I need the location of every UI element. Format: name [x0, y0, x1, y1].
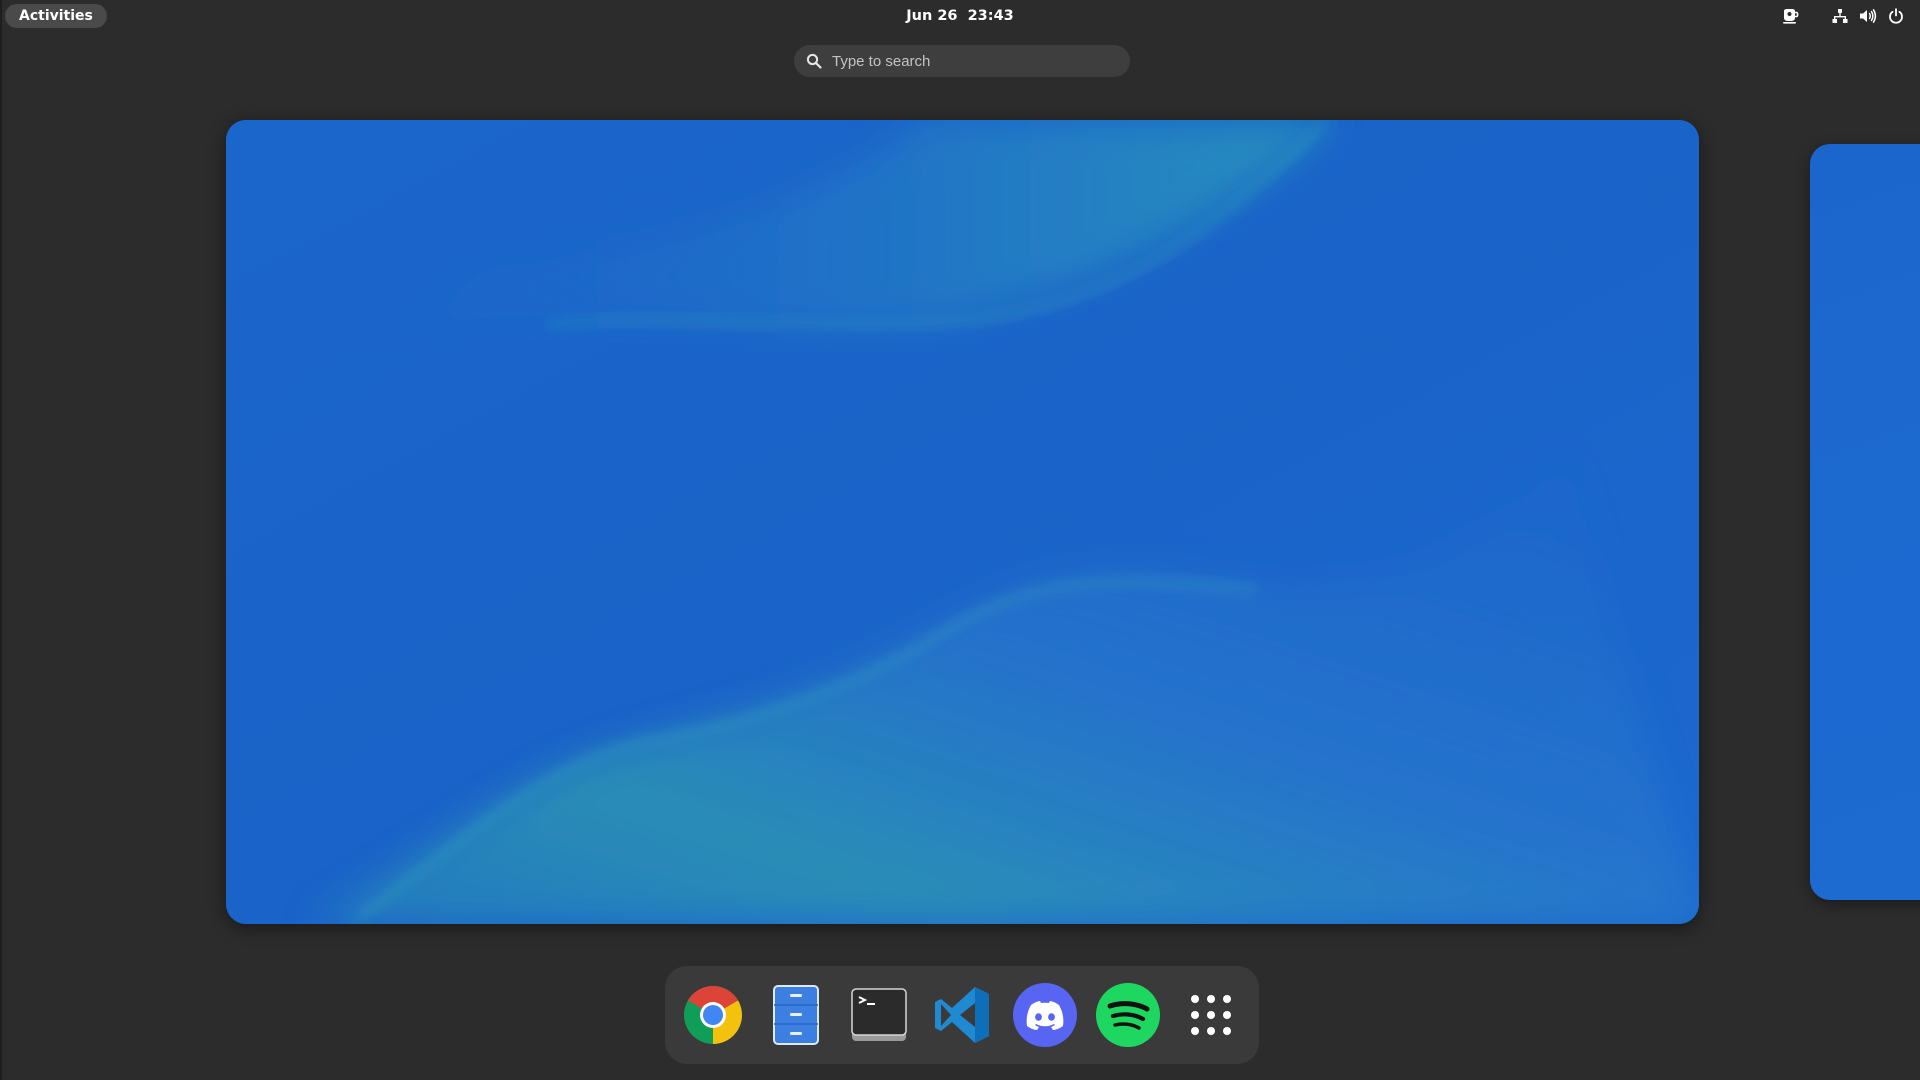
- dash-item-chrome[interactable]: [680, 982, 746, 1048]
- dash: [665, 966, 1259, 1064]
- chrome-icon: [684, 986, 742, 1044]
- dash-item-files[interactable]: [763, 982, 829, 1048]
- dash-item-vscode[interactable]: [929, 982, 995, 1048]
- discord-icon: [1013, 983, 1077, 1047]
- search-bar[interactable]: [794, 45, 1130, 77]
- vscode-icon: [935, 987, 989, 1043]
- app-grid-icon: [1191, 995, 1231, 1035]
- coffee-cup-icon[interactable]: [1780, 6, 1800, 26]
- workspace-thumbnail-current[interactable]: [226, 120, 1699, 924]
- search-icon: [806, 53, 822, 69]
- network-icon[interactable]: [1830, 6, 1850, 26]
- dash-item-terminal[interactable]: [846, 982, 912, 1048]
- spotify-icon: [1096, 983, 1160, 1047]
- file-cabinet-icon: [773, 985, 819, 1045]
- clock[interactable]: Jun 26 23:43: [906, 0, 1014, 32]
- desktop-overview: Activities Jun 26 23:43: [0, 0, 1920, 1080]
- top-bar: Activities Jun 26 23:43: [0, 0, 1920, 32]
- wallpaper: [226, 120, 1699, 924]
- terminal-icon: [851, 988, 907, 1041]
- screen-edge: [0, 0, 2, 1080]
- activities-button[interactable]: Activities: [5, 4, 107, 28]
- volume-icon[interactable]: [1858, 6, 1878, 26]
- dash-item-spotify[interactable]: [1095, 982, 1161, 1048]
- workspace-thumbnail-next[interactable]: [1810, 144, 1920, 900]
- search-input[interactable]: [832, 52, 1112, 70]
- power-icon[interactable]: [1886, 6, 1906, 26]
- show-apps-button[interactable]: [1178, 982, 1244, 1048]
- dash-item-discord[interactable]: [1012, 982, 1078, 1048]
- system-tray: [1780, 6, 1906, 26]
